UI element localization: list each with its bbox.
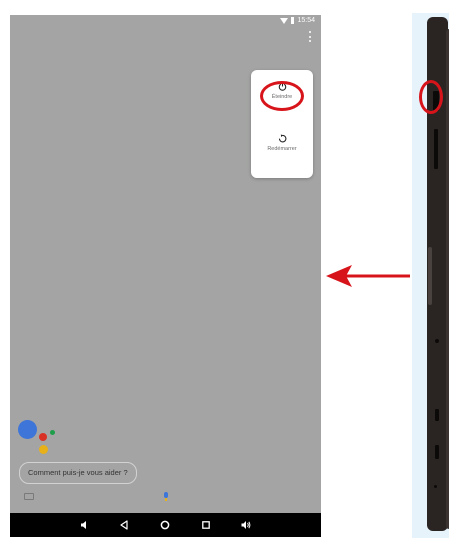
wifi-icon (280, 17, 289, 24)
back-icon (120, 520, 128, 530)
home-button[interactable] (160, 520, 170, 530)
volume-down-button[interactable] (80, 520, 90, 530)
power-menu: Éteindre Redémarrer (251, 70, 313, 178)
restart-button[interactable]: Redémarrer (251, 134, 313, 152)
mic-icon[interactable] (164, 492, 168, 501)
volume-up-button[interactable] (241, 520, 251, 530)
home-icon (160, 520, 170, 530)
menu-dot (309, 35, 311, 38)
overflow-menu-icon[interactable] (309, 31, 312, 42)
assistant-dot-blue (18, 420, 37, 439)
reset-hole (434, 485, 437, 488)
restart-label: Redémarrer (267, 146, 297, 152)
navigation-bar (10, 513, 321, 537)
left-arrow-icon (326, 265, 410, 287)
assistant-dot-yellow (39, 445, 48, 454)
recents-button[interactable] (201, 520, 211, 530)
menu-dot (309, 40, 311, 42)
assistant-logo (18, 420, 58, 460)
recents-icon (202, 521, 210, 529)
restart-icon (278, 134, 286, 143)
tablet-screen: 15:54 Éteindre Redémarrer Comment puis-j… (10, 15, 321, 537)
power-button-highlight-ring (419, 80, 443, 114)
side-bump (428, 247, 432, 305)
device-side-view (412, 13, 449, 538)
mic-stem (165, 498, 167, 501)
volume-button[interactable] (434, 129, 438, 169)
microphone-hole (435, 339, 439, 343)
battery-icon (291, 17, 295, 24)
power-off-highlight-ring (260, 81, 304, 111)
assistant-dot-green (50, 430, 55, 435)
assistant-dot-red (39, 433, 47, 441)
back-button[interactable] (119, 520, 129, 530)
assistant-suggestion-chip[interactable]: Comment puis-je vous aider ? (19, 462, 137, 484)
status-icons: 15:54 (280, 17, 315, 24)
status-time: 15:54 (297, 17, 315, 24)
usb-port (435, 409, 439, 421)
volume-down-icon (81, 521, 86, 529)
volume-up-icon (241, 521, 251, 529)
status-bar: 15:54 (10, 15, 321, 28)
headphone-jack (435, 445, 439, 459)
keyboard-icon[interactable] (24, 493, 34, 500)
menu-dot (309, 31, 311, 33)
